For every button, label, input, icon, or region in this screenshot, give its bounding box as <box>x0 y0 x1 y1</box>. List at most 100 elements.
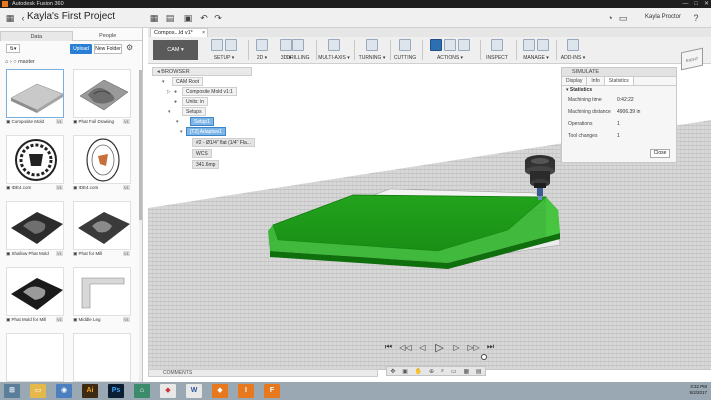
sort-dropdown[interactable]: ⇅▾ <box>6 44 20 53</box>
breadcrumb[interactable]: ⌂ › ○ master <box>5 59 35 65</box>
display-settings-icon[interactable]: ▭ <box>451 368 457 375</box>
skip-to-end-icon[interactable]: ⏭ <box>484 342 497 352</box>
word-icon[interactable]: W <box>186 384 202 398</box>
lightbulb-icon[interactable]: ● <box>174 99 177 105</box>
data-panel-toggle-icon[interactable]: ▦ <box>4 12 16 24</box>
look-at-icon[interactable]: ▣ <box>402 368 408 375</box>
maximize-button[interactable]: □ <box>694 0 698 8</box>
tree-node-units[interactable]: Units: in <box>182 97 209 106</box>
design-item[interactable]: ▣ IDE4.com V1 <box>71 135 132 192</box>
tree-node-adaptive[interactable]: [T2] Adaptive1 <box>186 127 226 136</box>
expand-arrow-icon[interactable]: ▾ <box>162 79 165 85</box>
skip-to-start-icon[interactable]: ⏮ <box>382 342 395 352</box>
orbit-icon[interactable]: ✥ <box>390 368 395 375</box>
toolbar-group-add-ins[interactable]: ADD-INS ▾ <box>558 39 588 63</box>
fusion-app-icon[interactable]: ◆ <box>212 384 228 398</box>
fusion-taskbar-icon[interactable]: F <box>264 384 280 398</box>
chrome-icon[interactable]: ◉ <box>56 384 72 398</box>
tab-data[interactable]: Data <box>0 31 73 41</box>
app-icon[interactable]: ⌂ <box>134 384 150 398</box>
redo-icon[interactable]: ↷ <box>212 12 224 24</box>
inventor-icon[interactable]: I <box>238 384 254 398</box>
help-icon[interactable]: ? <box>690 12 702 24</box>
browser-title: BROWSER <box>161 69 190 75</box>
design-item[interactable]: ▣ Phat Foil Drawing V1 <box>71 69 132 126</box>
expand-arrow-icon[interactable]: ▾ <box>176 119 179 125</box>
grid-icon[interactable]: ▦ <box>463 368 469 375</box>
home-icon[interactable]: ⌂ <box>5 59 8 65</box>
system-clock[interactable]: 3:32 PM 5/2/2017 <box>689 384 707 396</box>
expand-arrow-icon[interactable]: ▾ <box>180 129 183 135</box>
toolbar-group-inspect[interactable]: INSPECT <box>482 39 512 63</box>
photoshop-icon[interactable]: Ps <box>108 384 124 398</box>
fit-icon[interactable]: ⌕ <box>441 368 444 375</box>
user-name[interactable]: Kayla Proctor <box>645 14 681 20</box>
design-item[interactable]: ▣ IDE4.com V1 <box>4 135 65 192</box>
zoom-icon[interactable]: ⊕ <box>429 368 434 375</box>
viewports-icon[interactable]: ▤ <box>476 368 482 375</box>
close-button[interactable]: Close <box>650 149 670 158</box>
forward-icon[interactable]: ▷ <box>450 343 463 352</box>
document-tab[interactable]: Compos...ld v1* × <box>150 28 208 37</box>
workspace-switcher[interactable]: CAM ▾ <box>153 40 198 60</box>
expand-arrow-icon[interactable]: ▾ <box>168 109 171 115</box>
undo-icon[interactable]: ↶ <box>198 12 210 24</box>
toolbar-group-setup[interactable]: SETUP ▾ <box>204 39 244 63</box>
statistics-section-header[interactable]: ▾ Statistics <box>562 86 676 94</box>
toolbar-group-drilling[interactable]: DRILLING <box>284 39 312 63</box>
pan-icon[interactable]: ✋ <box>415 368 422 375</box>
collapse-arrow-icon[interactable]: ▷ <box>167 89 171 95</box>
notifications-icon[interactable]: ▭ <box>617 12 629 24</box>
lightbulb-icon[interactable]: ● <box>174 89 177 95</box>
close-tab-icon[interactable]: × <box>202 29 205 37</box>
toolbar-group-manage[interactable]: MANAGE ▾ <box>518 39 554 63</box>
toolbar-group-label: INSPECT <box>486 55 508 61</box>
upload-button[interactable]: Upload <box>70 44 92 54</box>
file-explorer-icon[interactable]: ▭ <box>30 384 46 398</box>
browser-header[interactable]: ◂ BROWSER <box>152 67 252 76</box>
job-status-icon[interactable]: ◔ <box>604 12 616 24</box>
illustrator-icon[interactable]: Ai <box>82 384 98 398</box>
play-icon[interactable]: ▷ <box>433 341 446 354</box>
tab-display[interactable]: Display <box>562 77 588 85</box>
design-name: ▣ Shallow Phat Mold <box>6 251 49 256</box>
simulate-header[interactable]: SIMULATE <box>562 68 676 77</box>
timeline-handle[interactable] <box>481 354 487 360</box>
tree-node-wcs[interactable]: WCS <box>192 149 212 158</box>
tree-node-setup1[interactable]: Setup1 <box>190 117 214 126</box>
version-badge: V1 <box>56 185 63 190</box>
design-item[interactable]: ▣ Middle Leg V1 <box>71 267 132 324</box>
design-item[interactable]: ▣ Shallow Phat Mold V1 <box>4 201 65 258</box>
start-button-icon[interactable]: ⊞ <box>4 384 20 398</box>
tree-node-cam-root[interactable]: CAM Root <box>172 77 204 86</box>
tree-node-stock[interactable]: 341.6mp <box>192 160 220 169</box>
app-icon[interactable]: ◆ <box>160 384 176 398</box>
save-icon[interactable]: ▣ <box>182 12 194 24</box>
file-menu-icon[interactable]: ▤ <box>164 12 176 24</box>
close-window-button[interactable]: ✕ <box>704 0 709 8</box>
data-panel-scroll-thumb[interactable] <box>139 70 142 220</box>
step-forward-icon[interactable]: ▷▷ <box>467 343 480 352</box>
toolbar-group-multi-axis[interactable]: MULTI-AXIS ▾ <box>318 39 350 63</box>
new-folder-button[interactable]: New Folder <box>94 44 122 54</box>
tab-info[interactable]: Info <box>587 77 605 85</box>
comments-bar[interactable]: COMMENTS <box>148 369 378 377</box>
design-item[interactable]: ▣ Phat for Mill V1 <box>71 201 132 258</box>
tree-node-tool[interactable]: #2 - Ø1/4" flat (1/4" Fla... <box>192 138 255 147</box>
tab-statistics[interactable]: Statistics <box>604 77 634 85</box>
back-icon[interactable]: ◁ <box>416 343 429 352</box>
gear-icon[interactable]: ⚙ <box>126 43 133 52</box>
breadcrumb-branch[interactable]: master <box>18 59 35 65</box>
minimize-button[interactable]: — <box>682 0 688 8</box>
design-item[interactable]: ▣ Composite Mold V1 <box>4 69 65 126</box>
toolbar-group-turning[interactable]: TURNING ▾ <box>356 39 388 63</box>
tab-people[interactable]: People <box>72 31 143 41</box>
tree-node-setups[interactable]: Setups <box>182 107 206 116</box>
tree-node-document[interactable]: Composite Mold v1:1 <box>182 87 237 96</box>
design-item[interactable]: ▣ Phat Mold for Mill V1 <box>4 267 65 324</box>
grid-menu-icon[interactable]: ▦ <box>148 12 160 24</box>
toolbar-group-cutting[interactable]: CUTTING <box>392 39 418 63</box>
toolbar-group-actions[interactable]: ACTIONS ▾ <box>424 39 476 63</box>
step-back-icon[interactable]: ◁◁ <box>399 343 412 352</box>
toolbar-group-2d[interactable]: 2D ▾ <box>250 39 274 63</box>
